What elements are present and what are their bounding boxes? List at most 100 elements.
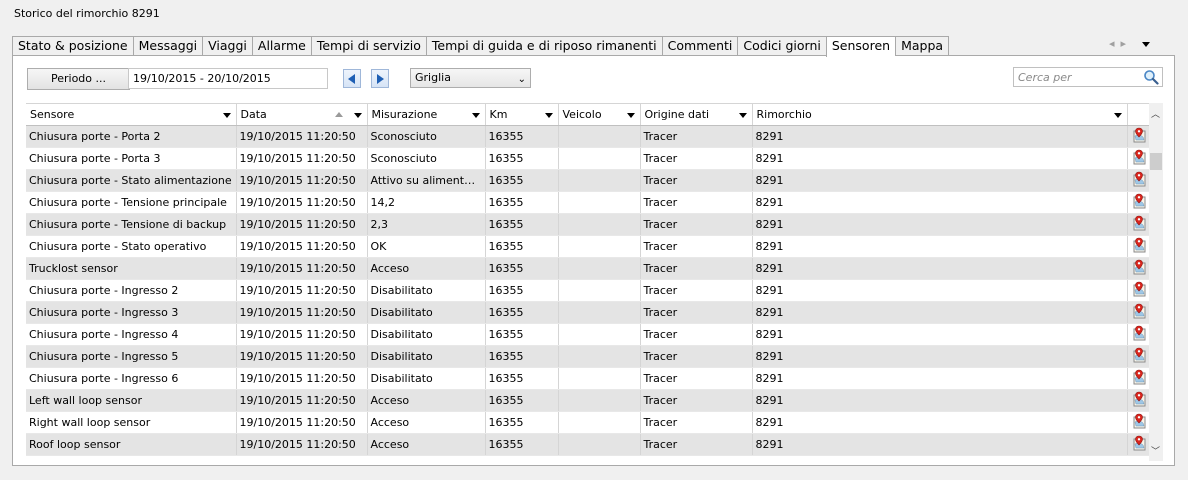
table-row[interactable]: Chiusura porte - Ingresso 5 19/10/2015 11… [26, 345, 1150, 368]
row-action-cell[interactable] [1127, 389, 1150, 412]
scroll-down-icon[interactable]: ﹀ [1151, 444, 1160, 457]
row-action-cell[interactable] [1127, 433, 1150, 456]
date-range-field[interactable]: 19/10/2015 - 20/10/2015 [128, 68, 328, 89]
tab-stato-posizione[interactable]: Stato & posizione [12, 36, 133, 56]
table-row[interactable]: Chiusura porte - Stato operativo 19/10/20… [26, 235, 1150, 258]
column-filter-icon[interactable] [222, 113, 231, 118]
table-row[interactable]: Trucklost sensor 19/10/2015 11:20:50 Acces… [26, 257, 1150, 280]
cell-origine-dati: Tracer [640, 433, 753, 456]
map-pin-document-icon[interactable] [1131, 391, 1147, 410]
table-row[interactable]: Chiusura porte - Stato alimentazione 19/1… [26, 169, 1150, 192]
row-action-cell[interactable] [1127, 411, 1150, 434]
tab-tempi-di-servizio[interactable]: Tempi di servizio [310, 36, 426, 56]
map-pin-document-icon[interactable] [1131, 281, 1147, 300]
map-pin-document-icon[interactable] [1131, 127, 1147, 146]
cell-km: 16355 [485, 411, 559, 434]
map-pin-document-icon[interactable] [1131, 237, 1147, 256]
tab-codici-giorni[interactable]: Codici giorni [737, 36, 826, 56]
map-pin-document-icon[interactable] [1131, 325, 1147, 344]
row-action-cell[interactable] [1127, 125, 1150, 148]
tab-viaggi[interactable]: Viaggi [202, 36, 252, 56]
row-action-cell[interactable] [1127, 147, 1150, 170]
row-action-cell[interactable] [1127, 367, 1150, 390]
table-row[interactable]: Roof loop sensor 19/10/2015 11:20:50 Acces… [26, 433, 1150, 456]
table-row[interactable]: Chiusura porte - Ingresso 3 19/10/2015 11… [26, 301, 1150, 324]
column-header-km[interactable]: Km [485, 103, 559, 126]
tab-allarme[interactable]: Allarme [251, 36, 311, 56]
map-pin-document-icon[interactable] [1131, 171, 1147, 190]
column-filter-icon[interactable] [544, 113, 553, 118]
grid-header-row: Sensore Data Misurazione Km Veicolo Origine d… [26, 103, 1150, 126]
cell-veicolo [558, 345, 641, 368]
map-pin-document-icon[interactable] [1131, 369, 1147, 388]
table-row[interactable]: Right wall loop sensor 19/10/2015 11:20:5… [26, 411, 1150, 434]
search-input[interactable] [1016, 68, 1140, 86]
column-filter-icon[interactable] [738, 113, 747, 118]
map-pin-document-icon[interactable] [1131, 149, 1147, 168]
cell-data: 19/10/2015 11:20:50 [236, 411, 368, 434]
column-header-rimorchio[interactable]: Rimorchio [752, 103, 1128, 126]
tab-scroll-arrows[interactable]: ◂ ▸ [1109, 37, 1126, 50]
table-row[interactable]: Chiusura porte - Tensione di backup 19/10… [26, 213, 1150, 236]
arrow-left-icon [348, 74, 355, 84]
column-filter-icon[interactable] [626, 113, 635, 118]
cell-veicolo [558, 169, 641, 192]
sensors-panel: Periodo ... 19/10/2015 - 20/10/2015 Grig… [12, 55, 1175, 466]
map-pin-document-icon[interactable] [1131, 435, 1147, 454]
vertical-scrollbar[interactable]: ︿ ﹀ [1149, 103, 1163, 461]
column-header-misurazione[interactable]: Misurazione [367, 103, 486, 126]
row-action-cell[interactable] [1127, 279, 1150, 302]
map-pin-document-icon[interactable] [1131, 303, 1147, 322]
row-action-cell[interactable] [1127, 257, 1150, 280]
map-pin-document-icon[interactable] [1131, 193, 1147, 212]
column-header-data[interactable]: Data [236, 103, 368, 126]
tab-scroll-left-icon[interactable]: ◂ [1109, 37, 1115, 50]
map-pin-document-icon[interactable] [1131, 347, 1147, 366]
previous-period-button[interactable] [343, 69, 361, 88]
cell-origine-dati: Tracer [640, 235, 753, 258]
tab-menu-icon[interactable] [1142, 42, 1150, 47]
table-row[interactable]: Left wall loop sensor 19/10/2015 11:20:50… [26, 389, 1150, 412]
table-row[interactable]: Chiusura porte - Ingresso 4 19/10/2015 11… [26, 323, 1150, 346]
column-filter-icon[interactable] [1113, 113, 1122, 118]
column-filter-icon[interactable] [353, 113, 362, 118]
column-filter-icon[interactable] [471, 113, 480, 118]
map-pin-document-icon[interactable] [1131, 413, 1147, 432]
table-row[interactable]: Chiusura porte - Ingresso 6 19/10/2015 11… [26, 367, 1150, 390]
cell-rimorchio: 8291 [752, 367, 1128, 390]
tab-scroll-right-icon[interactable]: ▸ [1121, 37, 1127, 50]
column-header-origine-dati[interactable]: Origine dati [640, 103, 753, 126]
row-action-cell[interactable] [1127, 191, 1150, 214]
periodo-button[interactable]: Periodo ... [27, 68, 130, 90]
table-row[interactable]: Chiusura porte - Porta 3 19/10/2015 11:20… [26, 147, 1150, 170]
cell-misurazione: OK [367, 235, 486, 258]
map-pin-document-icon[interactable] [1131, 259, 1147, 278]
row-action-cell[interactable] [1127, 323, 1150, 346]
search-box[interactable] [1013, 67, 1163, 87]
scrollbar-thumb[interactable] [1150, 153, 1162, 170]
tab-commenti[interactable]: Commenti [661, 36, 738, 56]
next-period-button[interactable] [371, 69, 389, 88]
scroll-up-icon[interactable]: ︿ [1151, 107, 1160, 120]
tab-messaggi[interactable]: Messaggi [132, 36, 203, 56]
column-header-veicolo[interactable]: Veicolo [558, 103, 641, 126]
cell-origine-dati: Tracer [640, 389, 753, 412]
row-action-cell[interactable] [1127, 301, 1150, 324]
row-action-cell[interactable] [1127, 345, 1150, 368]
cell-rimorchio: 8291 [752, 345, 1128, 368]
search-icon[interactable] [1143, 69, 1159, 88]
row-action-cell[interactable] [1127, 213, 1150, 236]
tab-tempi-di-guida-e-di-riposo-rimanenti[interactable]: Tempi di guida e di riposo rimanenti [425, 36, 662, 56]
tab-mappa[interactable]: Mappa [895, 36, 950, 56]
view-mode-select[interactable]: Griglia ⌄ [410, 68, 531, 88]
row-action-cell[interactable] [1127, 235, 1150, 258]
table-row[interactable]: Chiusura porte - Ingresso 2 19/10/2015 11… [26, 279, 1150, 302]
row-action-cell[interactable] [1127, 169, 1150, 192]
cell-data: 19/10/2015 11:20:50 [236, 257, 368, 280]
table-row[interactable]: Chiusura porte - Tensione principale 19/1… [26, 191, 1150, 214]
column-header-sensore[interactable]: Sensore [26, 103, 237, 126]
table-row[interactable]: Chiusura porte - Porta 2 19/10/2015 11:20… [26, 125, 1150, 148]
tab-sensoren[interactable]: Sensoren [825, 36, 896, 57]
map-pin-document-icon[interactable] [1131, 215, 1147, 234]
cell-origine-dati: Tracer [640, 147, 753, 170]
